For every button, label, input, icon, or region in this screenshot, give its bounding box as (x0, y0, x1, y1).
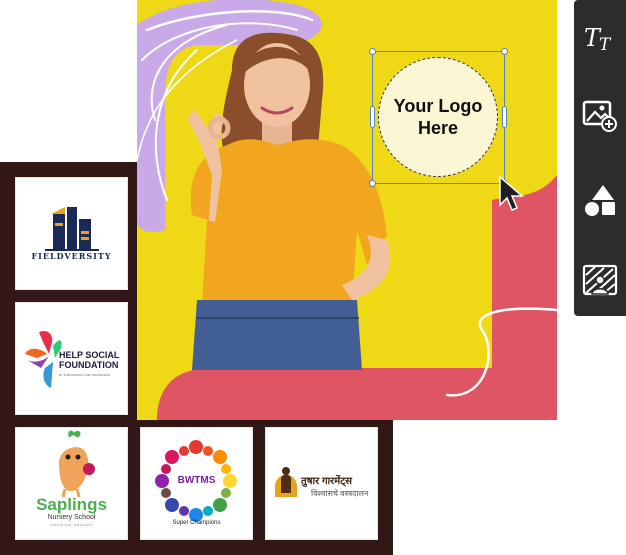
add-image-tool-button[interactable] (582, 98, 618, 134)
shapes-tool-button[interactable] (582, 182, 618, 218)
editor-toolbar: T T (574, 0, 626, 316)
svg-text:T: T (599, 35, 612, 53)
fieldversity-logo-graphic (45, 207, 99, 251)
text-icon: T T (584, 24, 612, 53)
background-tool-button[interactable] (582, 262, 618, 298)
text-tool-button[interactable]: T T (582, 20, 618, 56)
bwtms-title: BWTMS (177, 475, 216, 486)
tushar-line2: विश्वासचे वस्त्रदालन (311, 489, 369, 498)
help-social-tagline: BY THE PEOPLE, FOR THE PEOPLE (59, 373, 111, 377)
image-add-icon (582, 100, 617, 132)
logo-card-bwtms[interactable]: BWTMS Super Champions (140, 427, 253, 540)
saplings-subtitle: Nursery School (47, 514, 96, 521)
resize-handle-top-right[interactable] (501, 48, 508, 55)
tushar-line1: तुषार गारमेंट्स (301, 476, 353, 487)
logo-card-saplings[interactable]: Saplings Nursery School GROWING DREAMS (15, 427, 128, 540)
saplings-tagline: GROWING DREAMS (50, 523, 93, 527)
bwtms-subtitle: Super Champions (172, 520, 221, 526)
logo-placeholder-selection[interactable]: Your Logo Here (369, 48, 508, 187)
resize-handle-left[interactable] (370, 106, 375, 128)
logo-card-tushar-garments[interactable]: तुषार गारमेंट्स विश्वासचे वस्त्रदालन (265, 427, 378, 540)
saplings-title: Saplings (36, 495, 107, 514)
logo-card-fieldversity[interactable]: FIELDVERSITY (15, 177, 128, 290)
logo-placeholder-line2: Here (417, 118, 459, 138)
help-social-line1: HELP SOCIAL (59, 350, 120, 360)
logo-placeholder[interactable]: Your Logo Here (378, 57, 498, 177)
background-pattern-icon (582, 264, 618, 296)
fieldversity-logo-text: FIELDVERSITY (31, 251, 112, 261)
help-social-line2: FOUNDATION (59, 360, 119, 370)
resize-handle-top-left[interactable] (369, 48, 376, 55)
resize-handle-bottom-left[interactable] (369, 180, 376, 187)
resize-handle-right[interactable] (502, 106, 507, 128)
mouse-cursor-icon (499, 175, 525, 211)
shapes-icon (585, 185, 615, 216)
logo-placeholder-line1: Your Logo (393, 96, 483, 116)
logo-card-help-social-foundation[interactable]: HELP SOCIAL FOUNDATION BY THE PEOPLE, FO… (15, 302, 128, 415)
